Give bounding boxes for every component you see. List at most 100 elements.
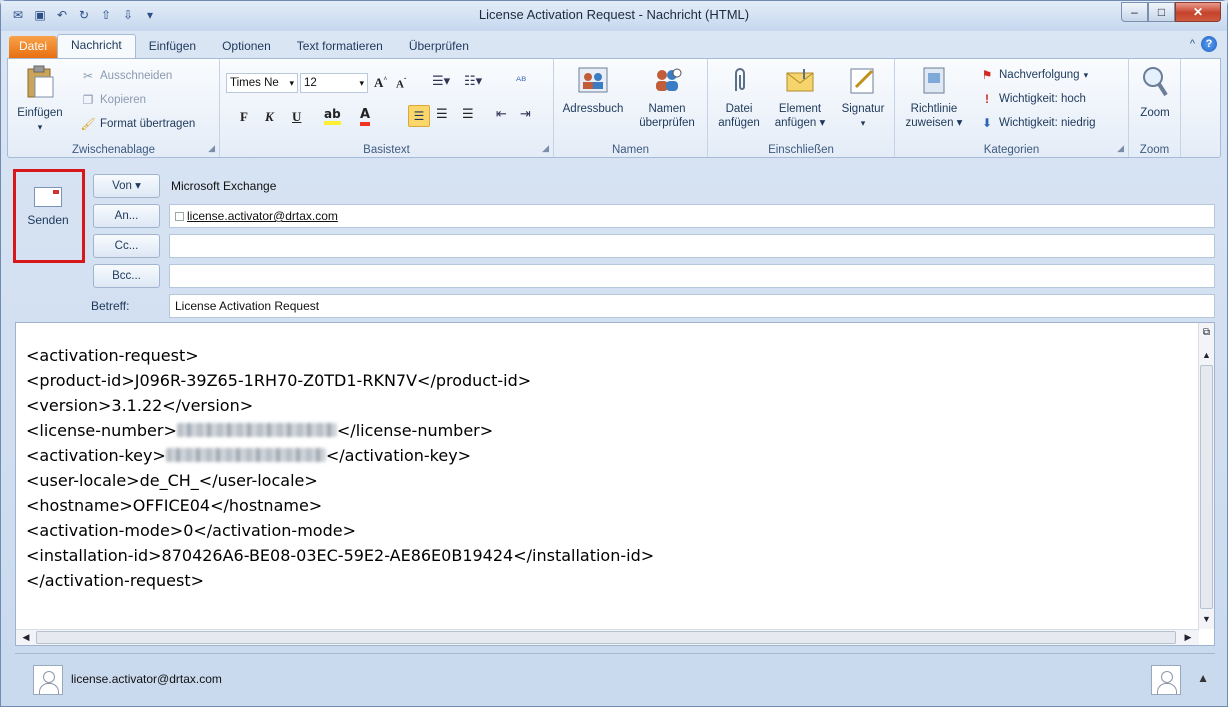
close-button[interactable]: ✕ <box>1175 2 1221 22</box>
tab-insert[interactable]: Einfügen <box>136 36 209 58</box>
people-pane-avatar[interactable] <box>1151 665 1181 695</box>
numbering-icon[interactable]: ☷▾ <box>464 74 482 89</box>
scroll-right-icon[interactable]: ▶ <box>1180 630 1196 645</box>
increase-indent-icon[interactable]: ⇥ <box>520 107 531 122</box>
maximize-button[interactable]: □ <box>1148 2 1175 22</box>
people-pane-name[interactable]: license.activator@drtax.com <box>71 672 222 686</box>
outlook-compose-window: ✉ ▣ ↶ ↻ ⇧ ⇩ ▾ License Activation Request… <box>0 0 1228 707</box>
activation-key-close-tag: </activation-key> <box>325 446 472 465</box>
message-body[interactable]: <activation-request> <product-id>J096R-39… <box>15 322 1215 646</box>
minimize-button[interactable]: – <box>1121 2 1148 22</box>
to-recipient[interactable]: license.activator@drtax.com <box>187 209 338 223</box>
vertical-scroll-thumb[interactable] <box>1200 365 1213 609</box>
importance-high-label: Wichtigkeit: hoch <box>999 93 1086 105</box>
policy-icon <box>923 67 945 94</box>
help-icon[interactable]: ? <box>1201 36 1217 52</box>
signature-dropdown-icon[interactable]: ▾ <box>834 116 892 130</box>
body-line: <user-locale>de_CH_</user-locale> <box>26 471 318 490</box>
ribbon: Einfügen ▾ ✂ Ausschneiden ❐ Kopieren 🖌 F… <box>7 58 1221 158</box>
brush-icon: 🖌 <box>80 117 96 131</box>
bullets-icon[interactable]: ☰▾ <box>432 74 450 89</box>
attach-file-button[interactable]: Datei anfügen <box>712 65 766 130</box>
check-names-label-1: Namen <box>648 103 686 115</box>
signature-label: Signatur <box>841 103 885 115</box>
body-line: </activation-request> <box>26 571 205 590</box>
check-names-button[interactable]: Namen überprüfen <box>630 65 704 130</box>
grow-font-icon[interactable]: A^ <box>374 75 387 91</box>
group-clipboard: Einfügen ▾ ✂ Ausschneiden ❐ Kopieren 🖌 F… <box>8 59 220 157</box>
scroll-down-icon[interactable]: ▼ <box>1199 611 1214 627</box>
people-pane: license.activator@drtax.com ▲ <box>15 661 1215 699</box>
bcc-field[interactable] <box>169 264 1215 288</box>
body-line: <activation-mode>0</activation-mode> <box>26 521 356 540</box>
followup-button[interactable]: ⚑ Nachverfolgung ▾ <box>979 68 1088 82</box>
tab-message[interactable]: Nachricht <box>57 34 136 58</box>
address-book-button[interactable]: Adressbuch <box>558 65 628 116</box>
bcc-button[interactable]: Bcc... <box>93 264 160 288</box>
clear-formatting-icon[interactable]: ᴬᴮ <box>516 74 526 88</box>
scissors-icon: ✂ <box>82 69 94 83</box>
font-size-box[interactable]: 12 ▾ <box>300 73 368 93</box>
subject-field[interactable]: License Activation Request <box>169 294 1215 318</box>
scroll-up-icon[interactable]: ▲ <box>1199 347 1214 363</box>
importance-low-button[interactable]: ⬇ Wichtigkeit: niedrig <box>979 116 1096 130</box>
check-names-label-2: überprüfen <box>639 117 695 129</box>
tab-file[interactable]: Datei <box>9 36 58 58</box>
align-right-icon[interactable]: ☰ <box>462 107 474 122</box>
importance-high-button[interactable]: ! Wichtigkeit: hoch <box>979 92 1086 106</box>
cc-field[interactable] <box>169 234 1215 258</box>
signature-button[interactable]: Signatur ▾ <box>834 65 892 130</box>
font-color-icon[interactable]: A <box>360 107 371 126</box>
attach-item-button[interactable]: Element anfügen ▾ <box>768 65 832 130</box>
font-name-dropdown-icon: ▾ <box>289 78 294 88</box>
dialog-launcher-icon[interactable]: ◢ <box>1117 143 1124 154</box>
highlight-icon[interactable]: ab <box>324 107 341 125</box>
body-text: <activation-request> <product-id>J096R-39… <box>26 343 654 593</box>
decrease-indent-icon[interactable]: ⇤ <box>496 107 507 122</box>
scroll-left-icon[interactable]: ◀ <box>18 630 34 645</box>
send-button[interactable]: Senden <box>20 187 76 227</box>
font-name-box[interactable]: Times Ne ▾ <box>226 73 298 93</box>
shrink-font-icon[interactable]: Aˇ <box>396 77 406 91</box>
horizontal-scrollbar[interactable]: ◀ ▶ <box>16 629 1199 645</box>
bold-button[interactable]: F <box>240 109 248 125</box>
copy-button[interactable]: ❐ Kopieren <box>80 93 146 107</box>
contact-avatar[interactable] <box>33 665 63 695</box>
italic-button[interactable]: K <box>265 109 274 125</box>
paperclip-icon <box>735 68 745 91</box>
from-button[interactable]: Von ▾ <box>93 174 160 198</box>
tab-review[interactable]: Überprüfen <box>396 36 482 58</box>
help-area: ^ ? <box>1190 36 1217 52</box>
minimize-ribbon-icon[interactable]: ^ <box>1190 38 1195 50</box>
dialog-launcher-icon[interactable]: ◢ <box>208 143 215 154</box>
tab-options[interactable]: Optionen <box>209 36 284 58</box>
paste-button[interactable]: Einfügen ▾ <box>12 65 68 134</box>
people-pane-divider[interactable] <box>15 653 1215 656</box>
window-controls: – □ ✕ <box>1121 2 1221 22</box>
tab-format-text[interactable]: Text formatieren <box>284 36 396 58</box>
cc-button[interactable]: Cc... <box>93 234 160 258</box>
paste-dropdown-icon[interactable]: ▾ <box>12 120 68 134</box>
policy-label-2: zuweisen <box>905 117 954 129</box>
expand-people-pane-icon[interactable]: ▲ <box>1197 671 1209 685</box>
body-line: <hostname>OFFICE04</hostname> <box>26 496 323 515</box>
to-field[interactable]: license.activator@drtax.com <box>169 204 1215 228</box>
zoom-button[interactable]: Zoom <box>1131 65 1179 120</box>
align-center-icon[interactable]: ☰ <box>436 107 448 122</box>
group-tags: Richtlinie zuweisen ▾ ⚑ Nachverfolgung ▾… <box>895 59 1129 157</box>
horizontal-scroll-thumb[interactable] <box>36 631 1176 644</box>
scroll-split-icon[interactable]: ⧉ <box>1199 325 1214 341</box>
magnifier-icon <box>1143 67 1168 97</box>
activation-key-open-tag: <activation-key> <box>26 446 166 465</box>
dialog-launcher-icon[interactable]: ◢ <box>542 143 549 154</box>
zoom-label: Zoom <box>1140 107 1170 119</box>
to-button[interactable]: An... <box>93 204 160 228</box>
align-left-icon[interactable]: ☰ <box>408 105 430 127</box>
format-painter-button[interactable]: 🖌 Format übertragen <box>80 117 195 131</box>
underline-button[interactable]: U <box>292 109 301 125</box>
vertical-scrollbar[interactable]: ⧉ ▲ ▼ <box>1198 323 1214 629</box>
cut-button[interactable]: ✂ Ausschneiden <box>80 69 172 83</box>
window-title: License Activation Request - Nachricht (… <box>478 7 750 22</box>
assign-policy-button[interactable]: Richtlinie zuweisen ▾ <box>899 65 969 130</box>
importance-low-label: Wichtigkeit: niedrig <box>999 117 1096 129</box>
